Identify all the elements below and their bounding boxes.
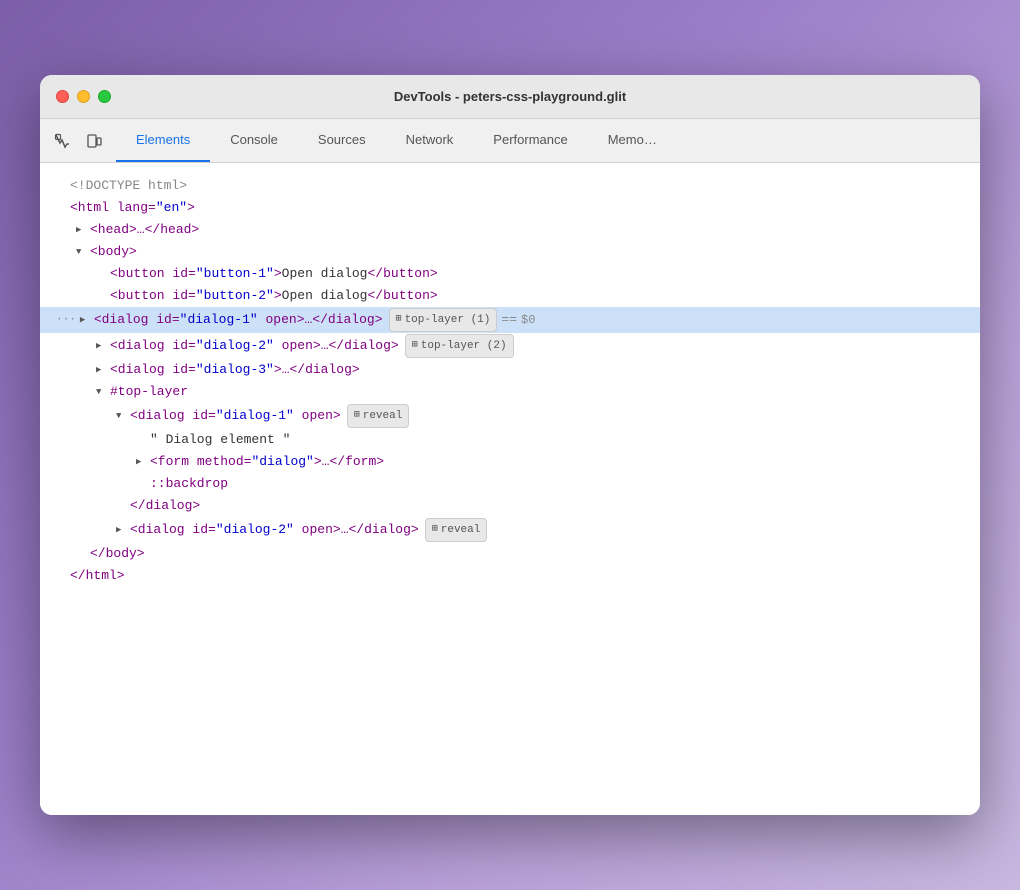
tab-sources[interactable]: Sources: [298, 119, 386, 162]
spacer5: [136, 430, 150, 450]
tabs: Elements Console Sources Network Perform…: [116, 119, 677, 162]
form-tag[interactable]: <form method="dialog">…</form>: [150, 452, 384, 472]
minimize-button[interactable]: [77, 90, 90, 103]
dollar-zero: $0: [521, 310, 535, 330]
head-line: ▶ <head>…</head>: [76, 219, 964, 241]
head-tag[interactable]: <head>…</head>: [90, 220, 199, 240]
button2-tag[interactable]: <button id="button-2">Open dialog</butto…: [110, 286, 438, 306]
dialog1-expanded-tag[interactable]: <dialog id="dialog-1" open>: [130, 406, 341, 426]
maximize-button[interactable]: [98, 90, 111, 103]
dialog3-triangle[interactable]: ▶: [96, 360, 110, 380]
button1-line: <button id="button-1">Open dialog</butto…: [96, 263, 964, 285]
body-close-line: </body>: [76, 543, 964, 565]
top-layer-badge-2[interactable]: ⊞top-layer (2): [405, 334, 514, 358]
spacer: [56, 176, 70, 196]
dialog2-tag[interactable]: <dialog id="dialog-2" open>…</dialog>: [110, 336, 399, 356]
backdrop-line: ::backdrop: [136, 473, 964, 495]
device-icon[interactable]: [80, 127, 108, 155]
spacer6: [136, 474, 150, 494]
form-triangle[interactable]: ▶: [136, 452, 150, 472]
top-layer-tag[interactable]: #top-layer: [110, 382, 188, 402]
tab-performance[interactable]: Performance: [473, 119, 587, 162]
tab-elements[interactable]: Elements: [116, 119, 210, 162]
top-layer-triangle[interactable]: ▼: [96, 382, 110, 402]
top-layer-badge-1[interactable]: ⊞top-layer (1): [389, 308, 498, 332]
window-title: DevTools - peters-css-playground.glit: [394, 89, 626, 104]
dialog3-tag[interactable]: <dialog id="dialog-3">…</dialog>: [110, 360, 360, 380]
backdrop-pseudo[interactable]: ::backdrop: [150, 474, 228, 494]
dialog1-line[interactable]: ··· ▶ <dialog id="dialog-1" open>…</dial…: [40, 307, 980, 333]
form-line: ▶ <form method="dialog">…</form>: [136, 451, 964, 473]
inspector-icon[interactable]: [48, 127, 76, 155]
top-layer-line: ▼ #top-layer: [96, 381, 964, 403]
tab-memory[interactable]: Memo…: [588, 119, 677, 162]
badge-icon-2: ⊞: [412, 336, 418, 356]
doctype-text: <!DOCTYPE html>: [70, 176, 187, 196]
button2-line: <button id="button-2">Open dialog</butto…: [96, 285, 964, 307]
dialog2-triangle[interactable]: ▶: [96, 336, 110, 356]
reveal-badge-1[interactable]: ⊞reveal: [347, 404, 410, 428]
doctype-line: <!DOCTYPE html>: [56, 175, 964, 197]
head-triangle[interactable]: ▶: [76, 220, 90, 240]
html-tag[interactable]: <html lang="en">: [70, 198, 195, 218]
dialog2-col-triangle[interactable]: ▶: [116, 520, 130, 540]
traffic-lights: [56, 90, 111, 103]
html-open-line: <html lang="en">: [56, 197, 964, 219]
dialog2-collapsed-line: ▶ <dialog id="dialog-2" open>…</dialog> …: [116, 517, 964, 543]
spacer9: [56, 566, 70, 586]
equal-sign: ==: [501, 310, 517, 330]
spacer8: [76, 544, 90, 564]
titlebar: DevTools - peters-css-playground.glit: [40, 75, 980, 119]
dialog1-exp-triangle[interactable]: ▼: [116, 406, 130, 426]
body-open-tag[interactable]: <body>: [90, 242, 137, 262]
spacer3: [96, 264, 110, 284]
button1-tag[interactable]: <button id="button-1">Open dialog</butto…: [110, 264, 438, 284]
html-close-line: </html>: [56, 565, 964, 587]
body-open-line: ▼ <body>: [76, 241, 964, 263]
close-button[interactable]: [56, 90, 69, 103]
dialog-text: " Dialog element ": [150, 430, 290, 450]
toolbar: Elements Console Sources Network Perform…: [40, 119, 980, 163]
spacer4: [96, 286, 110, 306]
spacer7: [116, 496, 130, 516]
dialog3-line: ▶ <dialog id="dialog-3">…</dialog>: [96, 359, 964, 381]
devtools-window: DevTools - peters-css-playground.glit El…: [40, 75, 980, 815]
badge-icon-1: ⊞: [396, 310, 402, 330]
dialog1-close-line: </dialog>: [116, 495, 964, 517]
body-close-tag: </body>: [90, 544, 145, 564]
reveal-badge-2[interactable]: ⊞reveal: [425, 518, 488, 542]
dialog2-collapsed-tag[interactable]: <dialog id="dialog-2" open>…</dialog>: [130, 520, 419, 540]
dialog2-line: ▶ <dialog id="dialog-2" open>…</dialog> …: [96, 333, 964, 359]
dialog1-close-tag: </dialog>: [130, 496, 200, 516]
reveal-icon-2: ⊞: [432, 520, 438, 540]
dialog-text-line: " Dialog element ": [136, 429, 964, 451]
tab-network[interactable]: Network: [386, 119, 474, 162]
dialog1-tag[interactable]: <dialog id="dialog-1" open>…</dialog>: [94, 310, 383, 330]
elements-panel: <!DOCTYPE html> <html lang="en"> ▶ <head…: [40, 163, 980, 815]
tab-console[interactable]: Console: [210, 119, 298, 162]
reveal-icon-1: ⊞: [354, 406, 360, 426]
dots-menu[interactable]: ···: [56, 310, 76, 330]
body-triangle[interactable]: ▼: [76, 242, 90, 262]
html-close-tag: </html>: [70, 566, 125, 586]
spacer2: [56, 198, 70, 218]
dialog1-triangle[interactable]: ▶: [80, 310, 94, 330]
dialog1-expanded-line: ▼ <dialog id="dialog-1" open> ⊞reveal: [116, 403, 964, 429]
toolbar-icons: [48, 127, 108, 155]
